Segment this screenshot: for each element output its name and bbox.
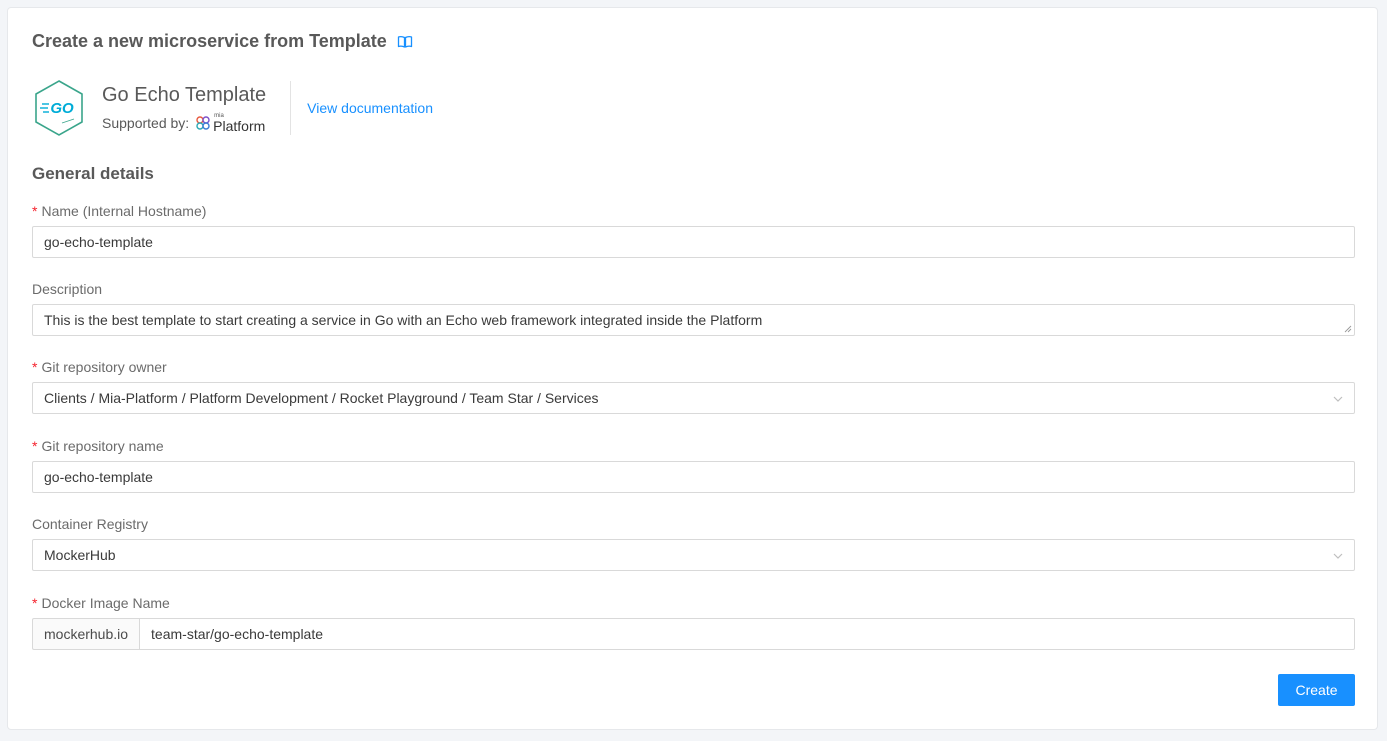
registry-label: Container Registry [32,516,148,532]
page-title: Create a new microservice from Template [32,31,413,52]
supported-by-label: Supported by: [102,114,190,131]
registry-select[interactable]: MockerHub [32,539,1355,571]
docker-image-input-group: mockerhub.io team-star/go-echo-template [32,618,1355,650]
registry-value: MockerHub [44,547,116,563]
page-title-text: Create a new microservice from Template [32,31,387,51]
description-textarea[interactable]: This is the best template to start creat… [32,304,1355,336]
mia-platform-icon [196,115,210,130]
template-header: GO Go Echo Template Supported by: mia Pl… [32,80,433,136]
required-marker: * [32,359,38,375]
name-input[interactable]: go-echo-template [32,226,1355,258]
name-input-value: go-echo-template [44,234,153,250]
name-label: * Name (Internal Hostname) [32,203,206,219]
chevron-down-icon [1333,553,1343,559]
template-support: Supported by: mia Platform [102,113,266,133]
resize-handle-icon[interactable] [1344,325,1352,333]
git-name-value: go-echo-template [44,469,153,485]
required-marker: * [32,438,38,454]
name-label-text: Name (Internal Hostname) [41,203,207,219]
required-marker: * [32,203,38,219]
docker-image-input[interactable]: team-star/go-echo-template [139,618,1355,650]
git-owner-value: Clients / Mia-Platform / Platform Develo… [44,390,599,406]
mia-platform-logo: mia Platform [195,113,265,133]
create-microservice-card: Create a new microservice from Template … [7,7,1378,730]
view-documentation-link[interactable]: View documentation [307,100,433,116]
chevron-down-icon [1333,396,1343,402]
create-button[interactable]: Create [1278,674,1355,706]
git-name-label: * Git repository name [32,438,164,454]
mia-logo-name: Platform [213,117,266,134]
git-name-input[interactable]: go-echo-template [32,461,1355,493]
docker-image-label-text: Docker Image Name [41,595,170,611]
git-owner-label-text: Git repository owner [41,359,167,375]
go-template-logo: GO [32,79,86,137]
description-value: This is the best template to start creat… [44,312,763,328]
docker-registry-addon: mockerhub.io [32,618,140,650]
template-name: Go Echo Template [102,83,267,106]
description-label: Description [32,281,103,297]
book-icon[interactable] [397,34,413,50]
template-info: Go Echo Template Supported by: mia Platf… [102,81,292,135]
git-owner-select[interactable]: Clients / Mia-Platform / Platform Develo… [32,382,1355,414]
git-name-label-text: Git repository name [41,438,164,454]
required-marker: * [32,595,38,611]
docker-image-label: * Docker Image Name [32,595,170,611]
docker-image-value: team-star/go-echo-template [151,626,324,642]
go-logo-text: GO [50,100,74,117]
git-owner-label: * Git repository owner [32,359,167,375]
section-title-general-details: General details [32,164,154,183]
